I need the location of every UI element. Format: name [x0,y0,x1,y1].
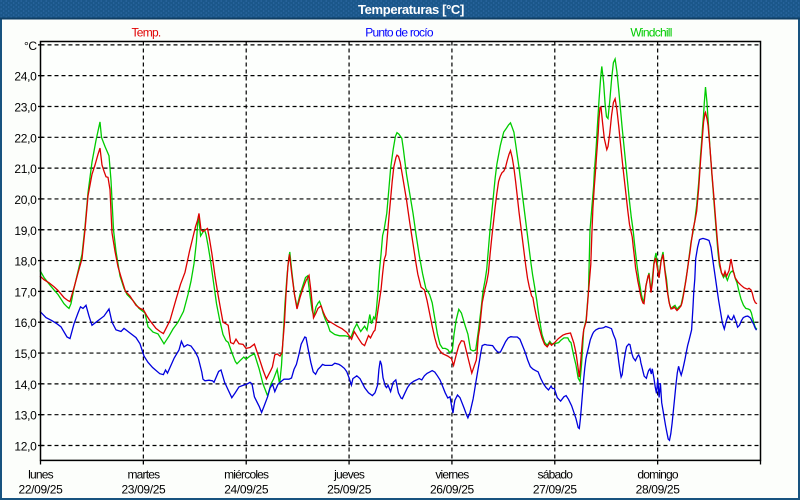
svg-text:20,0: 20,0 [14,193,37,207]
svg-text:26/09/25: 26/09/25 [430,483,475,497]
svg-text:sábado: sábado [538,468,574,482]
svg-text:°C: °C [24,39,37,53]
svg-text:18,0: 18,0 [14,255,37,269]
svg-text:lunes: lunes [28,468,53,482]
svg-text:Temp.: Temp. [132,26,161,40]
svg-text:viernes: viernes [435,468,469,482]
svg-text:12,0: 12,0 [14,440,37,454]
svg-text:24,0: 24,0 [14,70,37,84]
svg-text:24/09/25: 24/09/25 [224,483,269,497]
svg-text:domingo: domingo [637,468,679,482]
svg-text:Windchill: Windchill [630,26,671,40]
svg-text:jueves: jueves [333,468,365,482]
svg-text:23,0: 23,0 [14,101,37,115]
svg-text:martes: martes [127,468,160,482]
svg-text:22/09/25: 22/09/25 [19,483,64,497]
svg-text:miércoles: miércoles [224,468,269,482]
svg-text:16,0: 16,0 [14,316,37,330]
svg-text:Temperaturas [°C]: Temperaturas [°C] [358,2,464,17]
svg-text:25/09/25: 25/09/25 [327,483,372,497]
svg-text:15,0: 15,0 [14,347,37,361]
svg-text:21,0: 21,0 [14,162,37,176]
svg-text:19,0: 19,0 [14,224,37,238]
svg-text:14,0: 14,0 [14,378,37,392]
svg-text:Punto de rocío: Punto de rocío [365,26,434,40]
svg-text:27/09/25: 27/09/25 [533,483,578,497]
svg-text:13,0: 13,0 [14,409,37,423]
svg-text:17,0: 17,0 [14,285,37,299]
svg-text:23/09/25: 23/09/25 [121,483,166,497]
svg-text:28/09/25: 28/09/25 [636,483,681,497]
svg-text:22,0: 22,0 [14,131,37,145]
